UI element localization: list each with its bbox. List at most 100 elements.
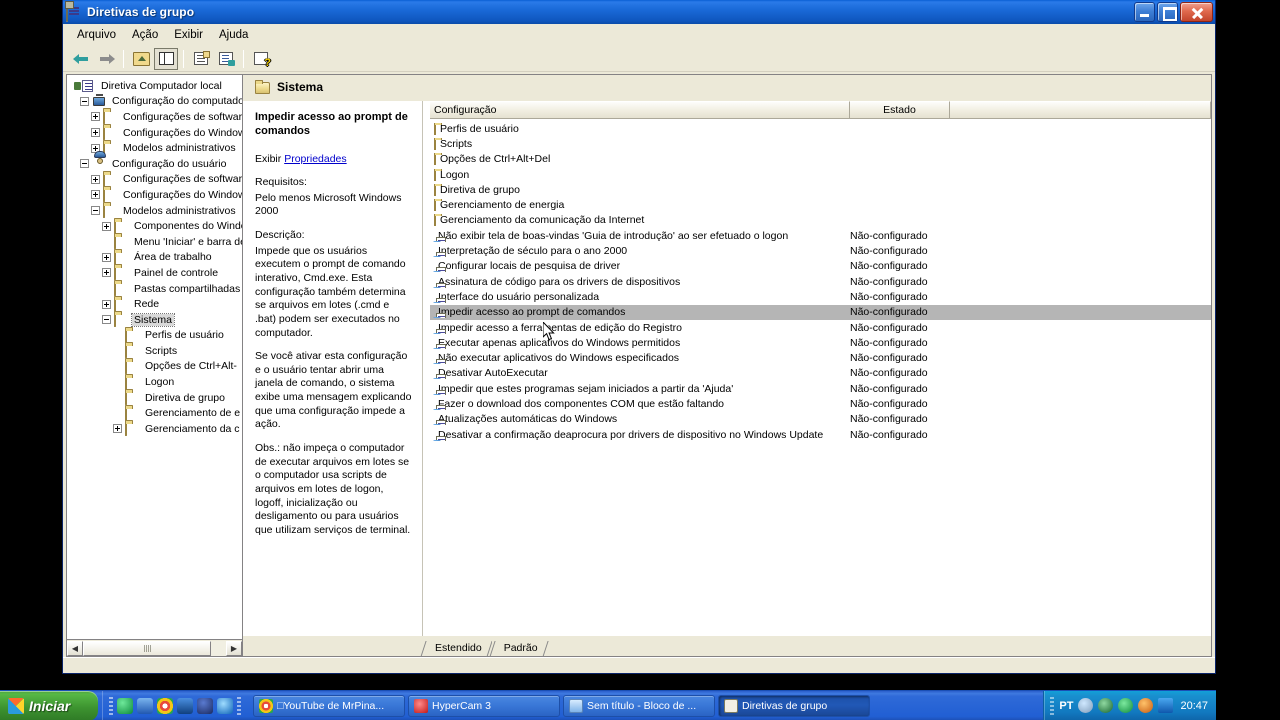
scroll-right-button[interactable]: ▶ xyxy=(226,640,242,656)
tree-item[interactable]: Configurações de software xyxy=(69,109,242,125)
maximize-button[interactable] xyxy=(1157,2,1178,22)
collapse-node-icon[interactable] xyxy=(102,315,111,325)
expand-node-icon[interactable] xyxy=(102,268,111,278)
tree-item[interactable]: Sistema xyxy=(69,312,242,328)
taskbar-task-button[interactable]: □YouTube de MrPina... xyxy=(253,694,405,717)
tree-item[interactable]: Logon xyxy=(69,374,242,390)
column-header-filler[interactable] xyxy=(950,101,1211,118)
menu-acao[interactable]: Ação xyxy=(124,26,166,44)
media-player-icon[interactable] xyxy=(1158,698,1174,713)
ql-internet-explorer-icon[interactable] xyxy=(217,697,233,714)
ql-bug-icon[interactable] xyxy=(197,697,213,714)
expand-node-icon[interactable] xyxy=(91,190,100,200)
table-row[interactable]: Atualizações automáticas do Windows Não-c… xyxy=(430,412,1211,427)
scroll-track[interactable] xyxy=(83,640,226,656)
forward-arrow-icon[interactable] xyxy=(94,48,118,70)
quick-launch-grip[interactable] xyxy=(109,696,113,715)
tree-item[interactable]: Componentes do Windo xyxy=(69,218,242,234)
tree-item[interactable]: Opções de Ctrl+Alt- xyxy=(69,359,242,375)
tree-item[interactable]: Diretiva Computador local xyxy=(69,78,242,94)
table-row[interactable]: Não exibir tela de boas-vindas 'Guia de … xyxy=(430,228,1211,243)
ql-media-icon[interactable] xyxy=(177,697,193,714)
expand-node-icon[interactable] xyxy=(102,299,111,309)
table-row[interactable]: Gerenciamento de energia xyxy=(430,197,1211,212)
table-row[interactable]: Fazer o download dos componentes COM que… xyxy=(430,396,1211,411)
listview-rows[interactable]: Perfis de usuário Scripts Opções de Ctrl+A… xyxy=(430,119,1211,636)
table-row[interactable]: Impedir acesso a ferramentas de edição d… xyxy=(430,320,1211,335)
tree-item[interactable]: Área de trabalho xyxy=(69,250,242,266)
antivirus-icon[interactable] xyxy=(1098,698,1114,713)
table-row[interactable]: Interface do usuário personalizada Não-co… xyxy=(430,289,1211,304)
tree-item[interactable]: Modelos administrativos xyxy=(69,203,242,219)
clock[interactable]: 20:47 xyxy=(1180,700,1208,712)
tab-estendido[interactable]: Estendido xyxy=(423,640,492,656)
table-row[interactable]: Não executar aplicativos do Windows espe… xyxy=(430,350,1211,365)
ql-messenger-icon[interactable] xyxy=(117,697,133,714)
table-row[interactable]: Perfis de usuário xyxy=(430,121,1211,136)
scroll-thumb[interactable] xyxy=(83,640,211,656)
collapse-node-icon[interactable] xyxy=(80,159,89,169)
taskbar-task-button[interactable]: Diretivas de grupo xyxy=(718,694,870,717)
scroll-left-button[interactable]: ◀ xyxy=(67,640,83,656)
column-header-configuracao[interactable]: Configuração xyxy=(430,101,850,118)
table-row[interactable]: Impedir acesso ao prompt de comandos Não-… xyxy=(430,304,1211,320)
expand-node-icon[interactable] xyxy=(113,424,122,434)
table-row[interactable]: Executar apenas aplicativos do Windows p… xyxy=(430,335,1211,350)
tree-item[interactable]: Configurações do Windows xyxy=(69,187,242,203)
help-icon[interactable] xyxy=(249,48,273,70)
collapse-node-icon[interactable] xyxy=(91,206,100,216)
up-one-level-folder-icon[interactable] xyxy=(129,48,153,70)
tree-item[interactable]: Diretiva de grupo xyxy=(69,390,242,406)
tree-item[interactable]: Configuração do computador xyxy=(69,93,242,110)
taskbar-task-button[interactable]: HyperCam 3 xyxy=(408,694,560,717)
tree-item[interactable]: Rede xyxy=(69,296,242,312)
tree-item[interactable]: Scripts xyxy=(69,343,242,359)
tree-item[interactable]: Gerenciamento da c xyxy=(69,421,242,437)
updates-icon[interactable] xyxy=(1138,698,1154,713)
console-tree[interactable]: Diretiva Computador local Configuração do… xyxy=(67,75,242,639)
start-button[interactable]: Iniciar xyxy=(0,690,98,720)
expand-node-icon[interactable] xyxy=(91,128,100,138)
tree-item[interactable]: Perfis de usuário xyxy=(69,328,242,344)
tree-item[interactable]: Pastas compartilhadas xyxy=(69,281,242,297)
table-row[interactable]: Desativar a confirmação deaprocura por d… xyxy=(430,427,1211,442)
properties-link[interactable]: Propriedades xyxy=(284,153,346,165)
tree-item[interactable]: Configurações do Windows xyxy=(69,125,242,141)
tray-grip[interactable] xyxy=(1050,696,1055,715)
window-titlebar[interactable]: Diretivas de grupo xyxy=(63,0,1215,24)
table-row[interactable]: Scripts xyxy=(430,136,1211,151)
table-row[interactable]: Opções de Ctrl+Alt+Del xyxy=(430,152,1211,167)
language-indicator[interactable]: PT xyxy=(1059,700,1073,712)
table-row[interactable]: Configurar locais de pesquisa de driver N… xyxy=(430,259,1211,274)
expand-node-icon[interactable] xyxy=(91,174,100,184)
show-hidden-icons-chevron[interactable] xyxy=(1078,698,1094,713)
tree-item[interactable]: Menu 'Iniciar' e barra de xyxy=(69,234,242,250)
tree-item[interactable]: Gerenciamento de e xyxy=(69,405,242,421)
back-arrow-icon[interactable] xyxy=(69,48,93,70)
properties-icon[interactable] xyxy=(189,48,213,70)
table-row[interactable]: Logon xyxy=(430,167,1211,182)
expand-node-icon[interactable] xyxy=(102,221,111,231)
column-header-estado[interactable]: Estado xyxy=(850,101,950,118)
menu-ajuda[interactable]: Ajuda xyxy=(211,26,256,44)
table-row[interactable]: Assinatura de código para os drivers de … xyxy=(430,274,1211,289)
show-hide-console-tree-icon[interactable] xyxy=(154,47,178,70)
table-row[interactable]: Diretiva de grupo xyxy=(430,182,1211,197)
expand-node-icon[interactable] xyxy=(102,252,111,262)
messenger-icon[interactable] xyxy=(1118,698,1134,713)
close-button[interactable] xyxy=(1180,2,1213,22)
table-row[interactable]: Interpretação de século para o ano 2000 N… xyxy=(430,243,1211,258)
table-row[interactable]: Impedir que estes programas sejam inicia… xyxy=(430,381,1211,396)
menu-exibir[interactable]: Exibir xyxy=(166,26,211,44)
tree-horizontal-scrollbar[interactable]: ◀ ▶ xyxy=(67,639,242,656)
export-list-icon[interactable] xyxy=(214,48,238,70)
expand-node-icon[interactable] xyxy=(91,112,100,122)
collapse-node-icon[interactable] xyxy=(80,96,89,106)
minimize-button[interactable] xyxy=(1134,2,1155,22)
tab-padrao[interactable]: Padrão xyxy=(491,640,548,656)
table-row[interactable]: Desativar AutoExecutar Não-configurado xyxy=(430,366,1211,381)
menu-arquivo[interactable]: Arquivo xyxy=(69,26,124,44)
tree-item[interactable]: Painel de controle xyxy=(69,265,242,281)
table-row[interactable]: Gerenciamento da comunicação da Internet xyxy=(430,213,1211,228)
ql-chrome-icon[interactable] xyxy=(157,697,173,714)
